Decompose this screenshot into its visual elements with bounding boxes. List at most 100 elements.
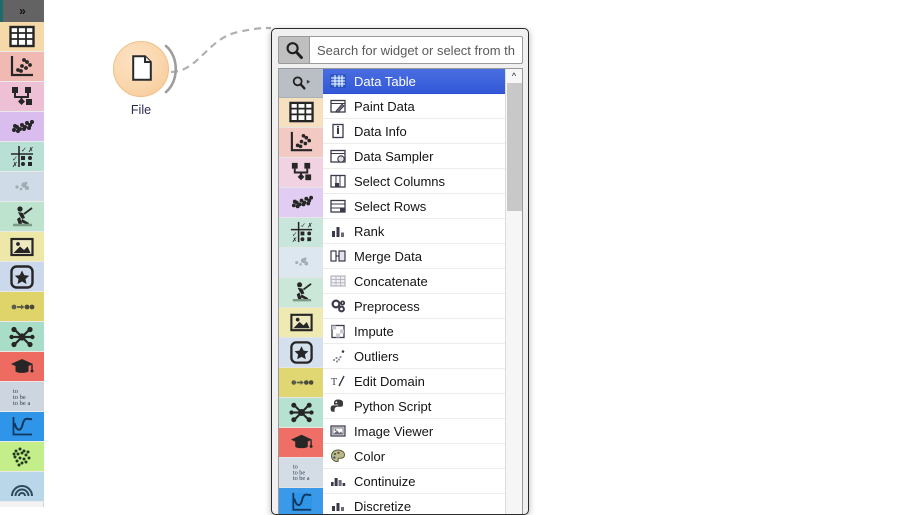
category-evaluate[interactable] — [0, 112, 44, 142]
faint-dots-icon — [289, 250, 314, 275]
widget-list-item[interactable]: Preprocess — [323, 294, 505, 319]
sidebar-accent-edge — [0, 0, 3, 22]
workflow-canvas[interactable]: File Search for widget or select from th… — [44, 0, 919, 515]
widget-list-item[interactable]: Image Viewer — [323, 419, 505, 444]
category-unsupervised[interactable]: ✓ ✗ ✓ ✗ — [0, 142, 44, 172]
category-timeseries[interactable] — [0, 412, 44, 442]
rail-category-timeseries[interactable] — [279, 488, 323, 514]
file-widget[interactable]: File — [113, 41, 178, 117]
svg-text:T: T — [331, 377, 337, 388]
rail-category-data[interactable] — [279, 98, 323, 128]
widget-list-item[interactable]: Rank — [323, 219, 505, 244]
category-single-cell[interactable] — [0, 442, 44, 472]
category-model[interactable] — [0, 82, 44, 112]
category-text-mining[interactable]: to to be to be a — [0, 382, 44, 412]
widget-list-item[interactable]: Discretize — [323, 494, 505, 514]
category-educational[interactable] — [0, 262, 44, 292]
file-output-channel-icon[interactable] — [163, 43, 185, 95]
tree-hierarchy-icon — [289, 160, 314, 185]
widget-list-item[interactable]: Data Table — [323, 69, 505, 94]
list-vertical-scrollbar[interactable]: ^ — [505, 69, 522, 514]
scrollbar-thumb[interactable] — [507, 83, 522, 211]
rail-category-image-analytics[interactable] — [279, 308, 323, 338]
widget-list-item[interactable]: Paint Data — [323, 94, 505, 119]
double-chevron-icon: » — [19, 4, 26, 18]
widget-list-item[interactable]: T Edit Domain — [323, 369, 505, 394]
svg-text:to be a: to be a — [13, 400, 30, 407]
continuize-icon — [330, 473, 346, 489]
confusion-matrix-icon: ✓ ✗ ✓ ✗ — [289, 220, 314, 245]
widget-list-item-label: Concatenate — [354, 273, 428, 289]
category-associate[interactable] — [0, 352, 44, 382]
category-spectroscopy[interactable] — [0, 172, 44, 202]
rail-category-educational[interactable] — [279, 338, 323, 368]
svg-text:to be a: to be a — [292, 475, 309, 482]
widget-list-item-label: Discretize — [354, 498, 412, 514]
widget-list-item[interactable]: Data Info — [323, 119, 505, 144]
svg-text:✗: ✗ — [291, 236, 297, 244]
rail-category-associate[interactable] — [279, 428, 323, 458]
widget-list-item[interactable]: Select Rows — [323, 194, 505, 219]
widget-list-item[interactable]: Python Script — [323, 394, 505, 419]
table-grid-icon — [9, 24, 35, 50]
widget-list-item-label: Rank — [354, 223, 385, 239]
rail-category-geo[interactable] — [279, 278, 323, 308]
scroll-up-button[interactable]: ^ — [506, 69, 522, 83]
application-window: » ✓ ✗ ✓ ✗ to to be to be a File Search f… — [0, 0, 919, 515]
widget-chooser-popup[interactable]: ✓✗✓✗toto beto be a Data TablePaint DataD… — [271, 28, 529, 515]
widget-list-item[interactable]: Color — [323, 444, 505, 469]
select-columns-icon — [330, 173, 346, 189]
rail-category-network[interactable] — [279, 368, 323, 398]
sidebar-category-list: ✓ ✗ ✓ ✗ to to be to be a — [0, 22, 44, 502]
widget-search-input[interactable] — [309, 36, 523, 64]
widget-list-item-label: Preprocess — [354, 298, 420, 314]
concatenate-icon — [330, 273, 346, 289]
widget-list-item-label: Color — [354, 448, 386, 464]
widget-list-item[interactable]: Continuize — [323, 469, 505, 494]
category-bioinformatics[interactable] — [0, 322, 44, 352]
widget-list-item[interactable]: Select Columns — [323, 169, 505, 194]
scatter-axes-icon — [9, 54, 35, 80]
data-info-icon — [330, 123, 346, 139]
widget-list-item-label: Merge Data — [354, 248, 422, 264]
widget-list-item[interactable]: Merge Data — [323, 244, 505, 269]
line-chart-icon — [289, 490, 314, 514]
image-viewer-icon — [330, 423, 346, 439]
expand-toolbox-button[interactable]: » — [0, 0, 44, 22]
category-explain[interactable] — [0, 472, 44, 502]
star-badge-icon — [9, 264, 35, 290]
search-magnifier-icon[interactable] — [278, 36, 309, 64]
graduation-cap-icon — [9, 354, 35, 380]
python-logo-icon — [330, 398, 346, 414]
rail-category-spectroscopy[interactable] — [279, 248, 323, 278]
rail-category-unsupervised[interactable]: ✓ ✗ ✓ ✗ — [279, 218, 323, 248]
rail-category-bioinformatics[interactable] — [279, 398, 323, 428]
category-data[interactable] — [0, 22, 44, 52]
select-rows-icon — [330, 198, 346, 214]
widget-list[interactable]: Data Table Paint Data Data Info Data Sample… — [323, 69, 505, 514]
widget-list-item[interactable]: Outliers — [323, 344, 505, 369]
category-image-analytics[interactable] — [0, 232, 44, 262]
rail-category-model[interactable] — [279, 158, 323, 188]
widget-list-item[interactable]: Impute — [323, 319, 505, 344]
dots-arrow-icon — [289, 370, 314, 395]
rail-category-text-mining[interactable]: to to be to be a — [279, 458, 323, 488]
rail-search-toggle[interactable] — [279, 69, 323, 98]
category-network[interactable] — [0, 292, 44, 322]
data-table-icon — [330, 73, 346, 89]
scatter-cloud-icon — [9, 114, 35, 140]
category-visualize[interactable] — [0, 52, 44, 82]
rail-category-evaluate[interactable] — [279, 188, 323, 218]
rail-category-visualize[interactable] — [279, 128, 323, 158]
category-geo[interactable] — [0, 202, 44, 232]
merge-data-icon — [330, 248, 346, 264]
table-grid-icon — [288, 100, 314, 125]
widget-list-item[interactable]: Data Sampler — [323, 144, 505, 169]
widget-list-item-label: Image Viewer — [354, 423, 434, 439]
widget-list-item-label: Select Columns — [354, 173, 446, 189]
svg-text:✗: ✗ — [307, 222, 313, 230]
svg-text:✓: ✓ — [300, 223, 306, 230]
widget-list-item[interactable]: Concatenate — [323, 269, 505, 294]
text-lines-icon: to to be to be a — [289, 460, 314, 485]
file-widget-label: File — [130, 103, 152, 117]
